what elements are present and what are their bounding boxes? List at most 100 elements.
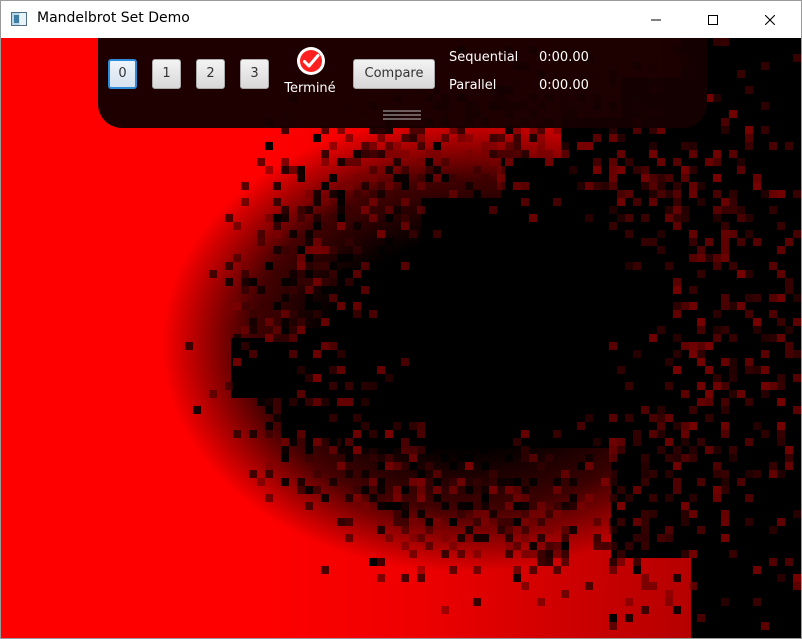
fractal-pixel xyxy=(545,454,553,462)
fractal-pixel xyxy=(497,150,505,158)
fractal-pixel xyxy=(281,206,289,214)
fractal-pixel xyxy=(785,238,793,246)
level-2-button[interactable]: 2 xyxy=(196,59,225,89)
fractal-pixel xyxy=(401,486,409,494)
fractal-pixel xyxy=(729,166,737,174)
fractal-pixel xyxy=(769,310,777,318)
compare-button[interactable]: Compare xyxy=(353,59,435,89)
fractal-pixel xyxy=(721,518,729,526)
fractal-pixel xyxy=(537,502,545,510)
fractal-pixel xyxy=(193,406,201,414)
fractal-pixel xyxy=(577,422,585,430)
fractal-pixel xyxy=(409,422,417,430)
fractal-pixel xyxy=(305,438,313,446)
fractal-pixel xyxy=(745,126,753,134)
fractal-pixel xyxy=(417,494,425,502)
fractal-pixel xyxy=(313,486,321,494)
fractal-pixel xyxy=(689,254,697,262)
fractal-pixel xyxy=(617,494,625,502)
fractal-pixel xyxy=(569,222,577,230)
fractal-pixel xyxy=(337,198,345,206)
fractal-pixel xyxy=(785,502,793,510)
fractal-pixel xyxy=(337,222,345,230)
fractal-pixel xyxy=(521,150,529,158)
level-1-button[interactable]: 1 xyxy=(152,59,181,89)
fractal-pixel xyxy=(713,166,721,174)
minimize-button[interactable] xyxy=(633,1,679,38)
fractal-pixel xyxy=(769,182,777,190)
fractal-pixel xyxy=(297,366,305,374)
fractal-pixel xyxy=(617,486,625,494)
fractal-pixel xyxy=(585,494,593,502)
fractal-pixel xyxy=(769,446,777,454)
fractal-pixel xyxy=(369,174,377,182)
fractal-pixel xyxy=(681,294,689,302)
fractal-pixel xyxy=(745,438,753,446)
fractal-pixel xyxy=(681,406,689,414)
fractal-pixel xyxy=(497,134,505,142)
mandelbrot-canvas[interactable] xyxy=(1,38,801,638)
fractal-pixel xyxy=(593,518,601,526)
fractal-pixel xyxy=(641,478,649,486)
fractal-pixel xyxy=(673,334,681,342)
fractal-pixel xyxy=(769,190,777,198)
fractal-pixel xyxy=(769,246,777,254)
mandelbrot-image[interactable] xyxy=(1,38,801,638)
fractal-pixel xyxy=(377,366,385,374)
fractal-pixel xyxy=(305,302,313,310)
fractal-pixel xyxy=(433,470,441,478)
fractal-pixel xyxy=(609,566,617,574)
maximize-button[interactable] xyxy=(690,1,736,38)
fractal-pixel xyxy=(609,526,617,534)
fractal-pixel xyxy=(505,518,513,526)
fractal-pixel xyxy=(697,382,705,390)
fractal-pixel xyxy=(337,214,345,222)
close-button[interactable] xyxy=(747,1,793,38)
fractal-pixel xyxy=(593,158,601,166)
fractal-pixel xyxy=(705,350,713,358)
fractal-pixel xyxy=(273,334,281,342)
fractal-pixel xyxy=(729,190,737,198)
fractal-pixel xyxy=(641,214,649,222)
fractal-pixel xyxy=(289,278,297,286)
level-3-button[interactable]: 3 xyxy=(240,59,269,89)
fractal-pixel xyxy=(289,326,297,334)
fractal-pixel xyxy=(761,310,769,318)
fractal-pixel xyxy=(729,382,737,390)
title-bar[interactable]: Mandelbrot Set Demo xyxy=(1,1,801,38)
fractal-pixel xyxy=(585,414,593,422)
fractal-pixel xyxy=(737,246,745,254)
fractal-pixel xyxy=(401,214,409,222)
fractal-pixel xyxy=(297,486,305,494)
fractal-pixel xyxy=(521,454,529,462)
fractal-pixel xyxy=(353,422,361,430)
fractal-pixel xyxy=(345,438,353,446)
fractal-pixel xyxy=(377,462,385,470)
fractal-pixel xyxy=(609,166,617,174)
fractal-pixel xyxy=(633,494,641,502)
fractal-pixel xyxy=(641,238,649,246)
fractal-pixel xyxy=(665,494,673,502)
fractal-pixel xyxy=(593,390,601,398)
fractal-pixel xyxy=(681,206,689,214)
fractal-pixel xyxy=(673,222,681,230)
fractal-pixel xyxy=(577,206,585,214)
fractal-pixel xyxy=(617,446,625,454)
fractal-pixel xyxy=(585,454,593,462)
fractal-pixel xyxy=(321,230,329,238)
fractal-pixel xyxy=(721,358,729,366)
fractal-pixel xyxy=(321,286,329,294)
fractal-pixel xyxy=(417,134,425,142)
fractal-pixel xyxy=(729,198,737,206)
fractal-pixel xyxy=(721,238,729,246)
fractal-pixel xyxy=(769,462,777,470)
drag-grip-icon[interactable] xyxy=(383,110,421,122)
fractal-pixel xyxy=(793,374,801,382)
fractal-pixel xyxy=(689,182,697,190)
fractal-pixel xyxy=(625,614,633,622)
control-panel: 0 1 2 3 Terminé Compare Sequential 0:00.… xyxy=(98,38,707,128)
fractal-pixel xyxy=(537,150,545,158)
fractal-pixel xyxy=(761,126,769,134)
level-0-button[interactable]: 0 xyxy=(108,59,137,89)
fractal-pixel xyxy=(361,142,369,150)
